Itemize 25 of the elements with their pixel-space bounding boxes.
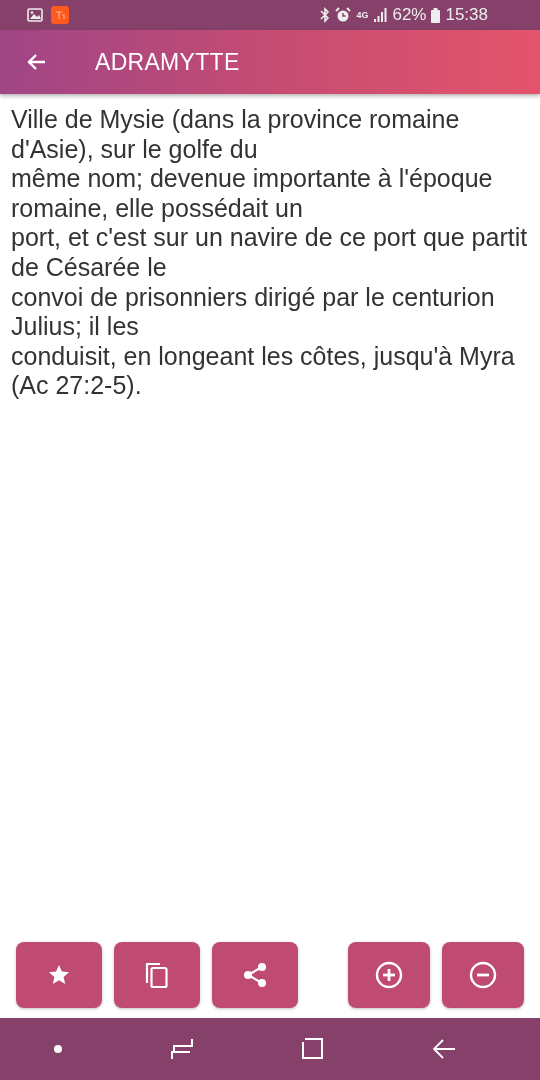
- star-icon: [47, 963, 71, 987]
- clock: 15:38: [445, 5, 488, 25]
- recents-icon[interactable]: [170, 1037, 193, 1061]
- home-icon[interactable]: [301, 1038, 324, 1060]
- back-icon[interactable]: [431, 1039, 456, 1059]
- share-button[interactable]: [212, 942, 298, 1008]
- share-icon: [242, 961, 268, 989]
- zoom-out-button[interactable]: [442, 942, 524, 1008]
- battery-icon: [431, 7, 441, 23]
- minus-icon: [469, 961, 497, 989]
- gallery-icon: [27, 8, 43, 22]
- favorite-button[interactable]: [16, 942, 102, 1008]
- app-icon: [51, 6, 69, 24]
- plus-icon: [375, 961, 403, 989]
- copy-button[interactable]: [114, 942, 200, 1008]
- battery-percent: 62%: [392, 5, 427, 25]
- dot-icon[interactable]: [54, 1045, 63, 1053]
- zoom-in-button[interactable]: [348, 942, 430, 1008]
- signal-icon: [373, 8, 388, 22]
- page-title: ADRAMYTTE: [95, 48, 240, 76]
- copy-icon: [144, 961, 170, 989]
- article-text: conduisit, en longeant les côtes, jusqu'à Myra (Ac 27:2-5).: [11, 341, 516, 401]
- alarm-icon: [335, 7, 352, 23]
- network-label: 4G: [356, 10, 369, 20]
- bluetooth-icon: [320, 7, 331, 23]
